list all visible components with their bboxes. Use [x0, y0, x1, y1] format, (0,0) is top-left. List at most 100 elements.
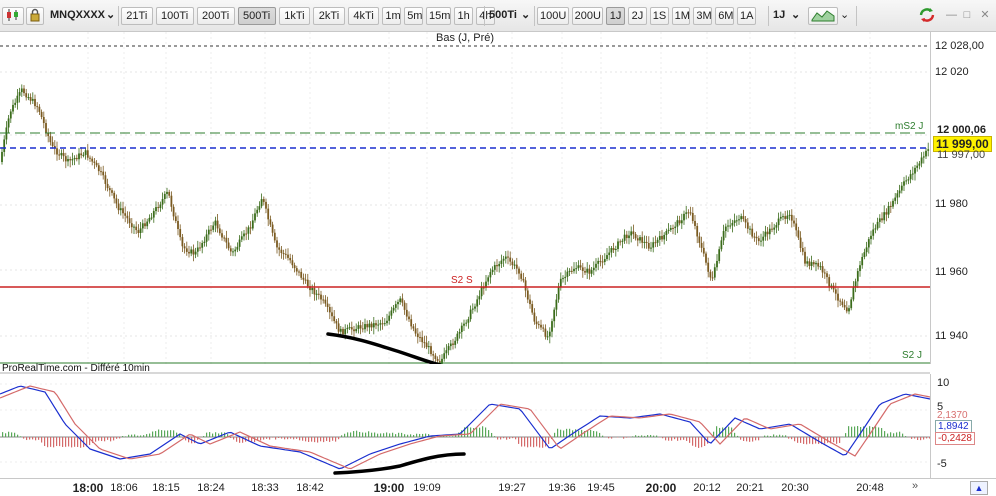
chart-icon-button[interactable]	[2, 7, 24, 25]
candle-body	[38, 106, 41, 112]
histogram-bar	[782, 435, 784, 437]
interval-select[interactable]: 500Ti ⌄	[487, 7, 531, 25]
histogram-bar	[383, 433, 385, 437]
last-price-badge: 11 997,00	[937, 149, 986, 161]
scroll-right-button[interactable]: »	[912, 480, 918, 492]
indicator-axis[interactable]: 10 5 2,1370 1,8942 -0,2428 -5	[930, 374, 996, 478]
candle-body	[584, 271, 586, 273]
candle-body	[597, 260, 600, 264]
candle-body	[465, 322, 468, 324]
tick-interval-button[interactable]: 2kTi	[313, 7, 345, 25]
histogram-bar	[137, 435, 139, 437]
indicator-panel[interactable]	[0, 374, 930, 478]
lock-button[interactable]	[26, 7, 44, 25]
chart-style-dropdown[interactable]: ⌄	[838, 7, 850, 25]
histogram-bar	[512, 437, 514, 439]
histogram-bar	[50, 437, 52, 447]
histogram-bar	[194, 437, 196, 444]
symbol-select[interactable]: MNQXXXX ⌄	[48, 7, 116, 25]
price-chart[interactable]	[0, 32, 930, 364]
candle-body	[100, 171, 102, 173]
candle-body	[612, 248, 615, 251]
candle-body	[707, 262, 710, 272]
tick-interval-button[interactable]: 15m	[426, 7, 452, 25]
histogram-bar	[314, 437, 316, 443]
candle-body	[18, 92, 21, 96]
tick-interval-button[interactable]: 500Ti	[237, 7, 276, 25]
candle-body	[524, 280, 527, 291]
area-chart-icon	[811, 10, 835, 22]
candle-body	[515, 264, 518, 269]
unit-interval-button[interactable]: 3M	[693, 7, 713, 25]
tick-interval-button[interactable]: 1m	[382, 7, 402, 25]
candle-body	[434, 355, 437, 359]
histogram-bar	[668, 437, 670, 441]
candle-body	[93, 161, 96, 163]
candle-body	[656, 239, 659, 243]
candle-body	[614, 248, 617, 251]
candle-body	[276, 240, 278, 248]
tick-interval-button[interactable]: 1h	[454, 7, 473, 25]
histogram-bar	[722, 427, 724, 437]
tick-interval-button[interactable]: 4kTi	[347, 7, 380, 25]
period-select[interactable]: 1J ⌄	[771, 7, 803, 25]
unit-interval-button-label: 1A	[740, 10, 754, 22]
candle-body	[658, 235, 661, 240]
histogram-bar	[5, 433, 7, 437]
minimize-button[interactable]: —	[944, 7, 958, 25]
price-axis[interactable]: 12 028,00 12 020 12 000,06 11 999,00 11 …	[930, 32, 996, 364]
candle-body	[419, 337, 421, 339]
unit-interval-button[interactable]: 6M	[715, 7, 734, 25]
refresh-button[interactable]	[914, 7, 940, 25]
candle-body	[421, 337, 424, 343]
histogram-bar	[647, 435, 649, 437]
tick-interval-button[interactable]: 21Ti	[121, 7, 153, 25]
histogram-bar	[632, 436, 634, 437]
unit-interval-button[interactable]: 1A	[737, 7, 756, 25]
candle-body	[641, 237, 644, 243]
close-button[interactable]: ✕	[978, 7, 992, 25]
divider	[484, 6, 485, 26]
unit-interval-button[interactable]: 1M	[671, 7, 691, 25]
candle-body	[663, 234, 666, 240]
candle-body	[775, 225, 778, 228]
chart-style-button[interactable]	[808, 7, 838, 25]
unit-interval-button[interactable]: 200U	[571, 7, 604, 25]
candle-body	[632, 231, 635, 235]
candle-body	[595, 263, 597, 268]
tick-interval-button[interactable]: 200Ti	[196, 7, 235, 25]
candle-body	[183, 246, 186, 249]
tick-interval-button-label: 200Ti	[202, 10, 230, 22]
histogram-bar	[524, 437, 526, 447]
histogram-bar	[335, 437, 337, 442]
tick-interval-button[interactable]: 100Ti	[155, 7, 194, 25]
candle-body	[139, 228, 142, 234]
price-tick: 11 960	[935, 266, 968, 278]
candle-body	[443, 353, 446, 359]
tick-interval-button[interactable]: 1kTi	[278, 7, 311, 25]
histogram-bar	[515, 437, 517, 440]
candle-body	[212, 225, 215, 230]
histogram-bar	[353, 431, 355, 437]
histogram-bar	[677, 437, 679, 441]
unit-interval-button[interactable]: 2J	[628, 7, 647, 25]
histogram-bar	[206, 432, 208, 437]
histogram-bar	[563, 430, 565, 437]
unit-interval-button[interactable]: 100U	[537, 7, 569, 25]
histogram-bar	[746, 437, 748, 442]
candle-body	[647, 243, 650, 249]
unit-interval-button[interactable]: 1S	[649, 7, 669, 25]
candle-body	[856, 271, 859, 282]
maximize-button[interactable]: □	[960, 7, 974, 25]
candle-body	[496, 265, 498, 267]
unit-interval-button[interactable]: 1J	[606, 7, 625, 25]
time-axis[interactable]: 18:00 18:06 18:15 18:24 18:33 18:42 19:00 19:09…	[0, 478, 996, 496]
candle-body	[166, 191, 168, 194]
candle-body	[181, 237, 184, 247]
histogram-bar	[710, 437, 712, 438]
tick-interval-button[interactable]: 5m	[404, 7, 423, 25]
histogram-bar	[518, 437, 520, 444]
candle-body	[133, 226, 135, 228]
candle-body	[806, 261, 809, 264]
scroll-to-end-button[interactable]: ▲	[970, 481, 988, 495]
